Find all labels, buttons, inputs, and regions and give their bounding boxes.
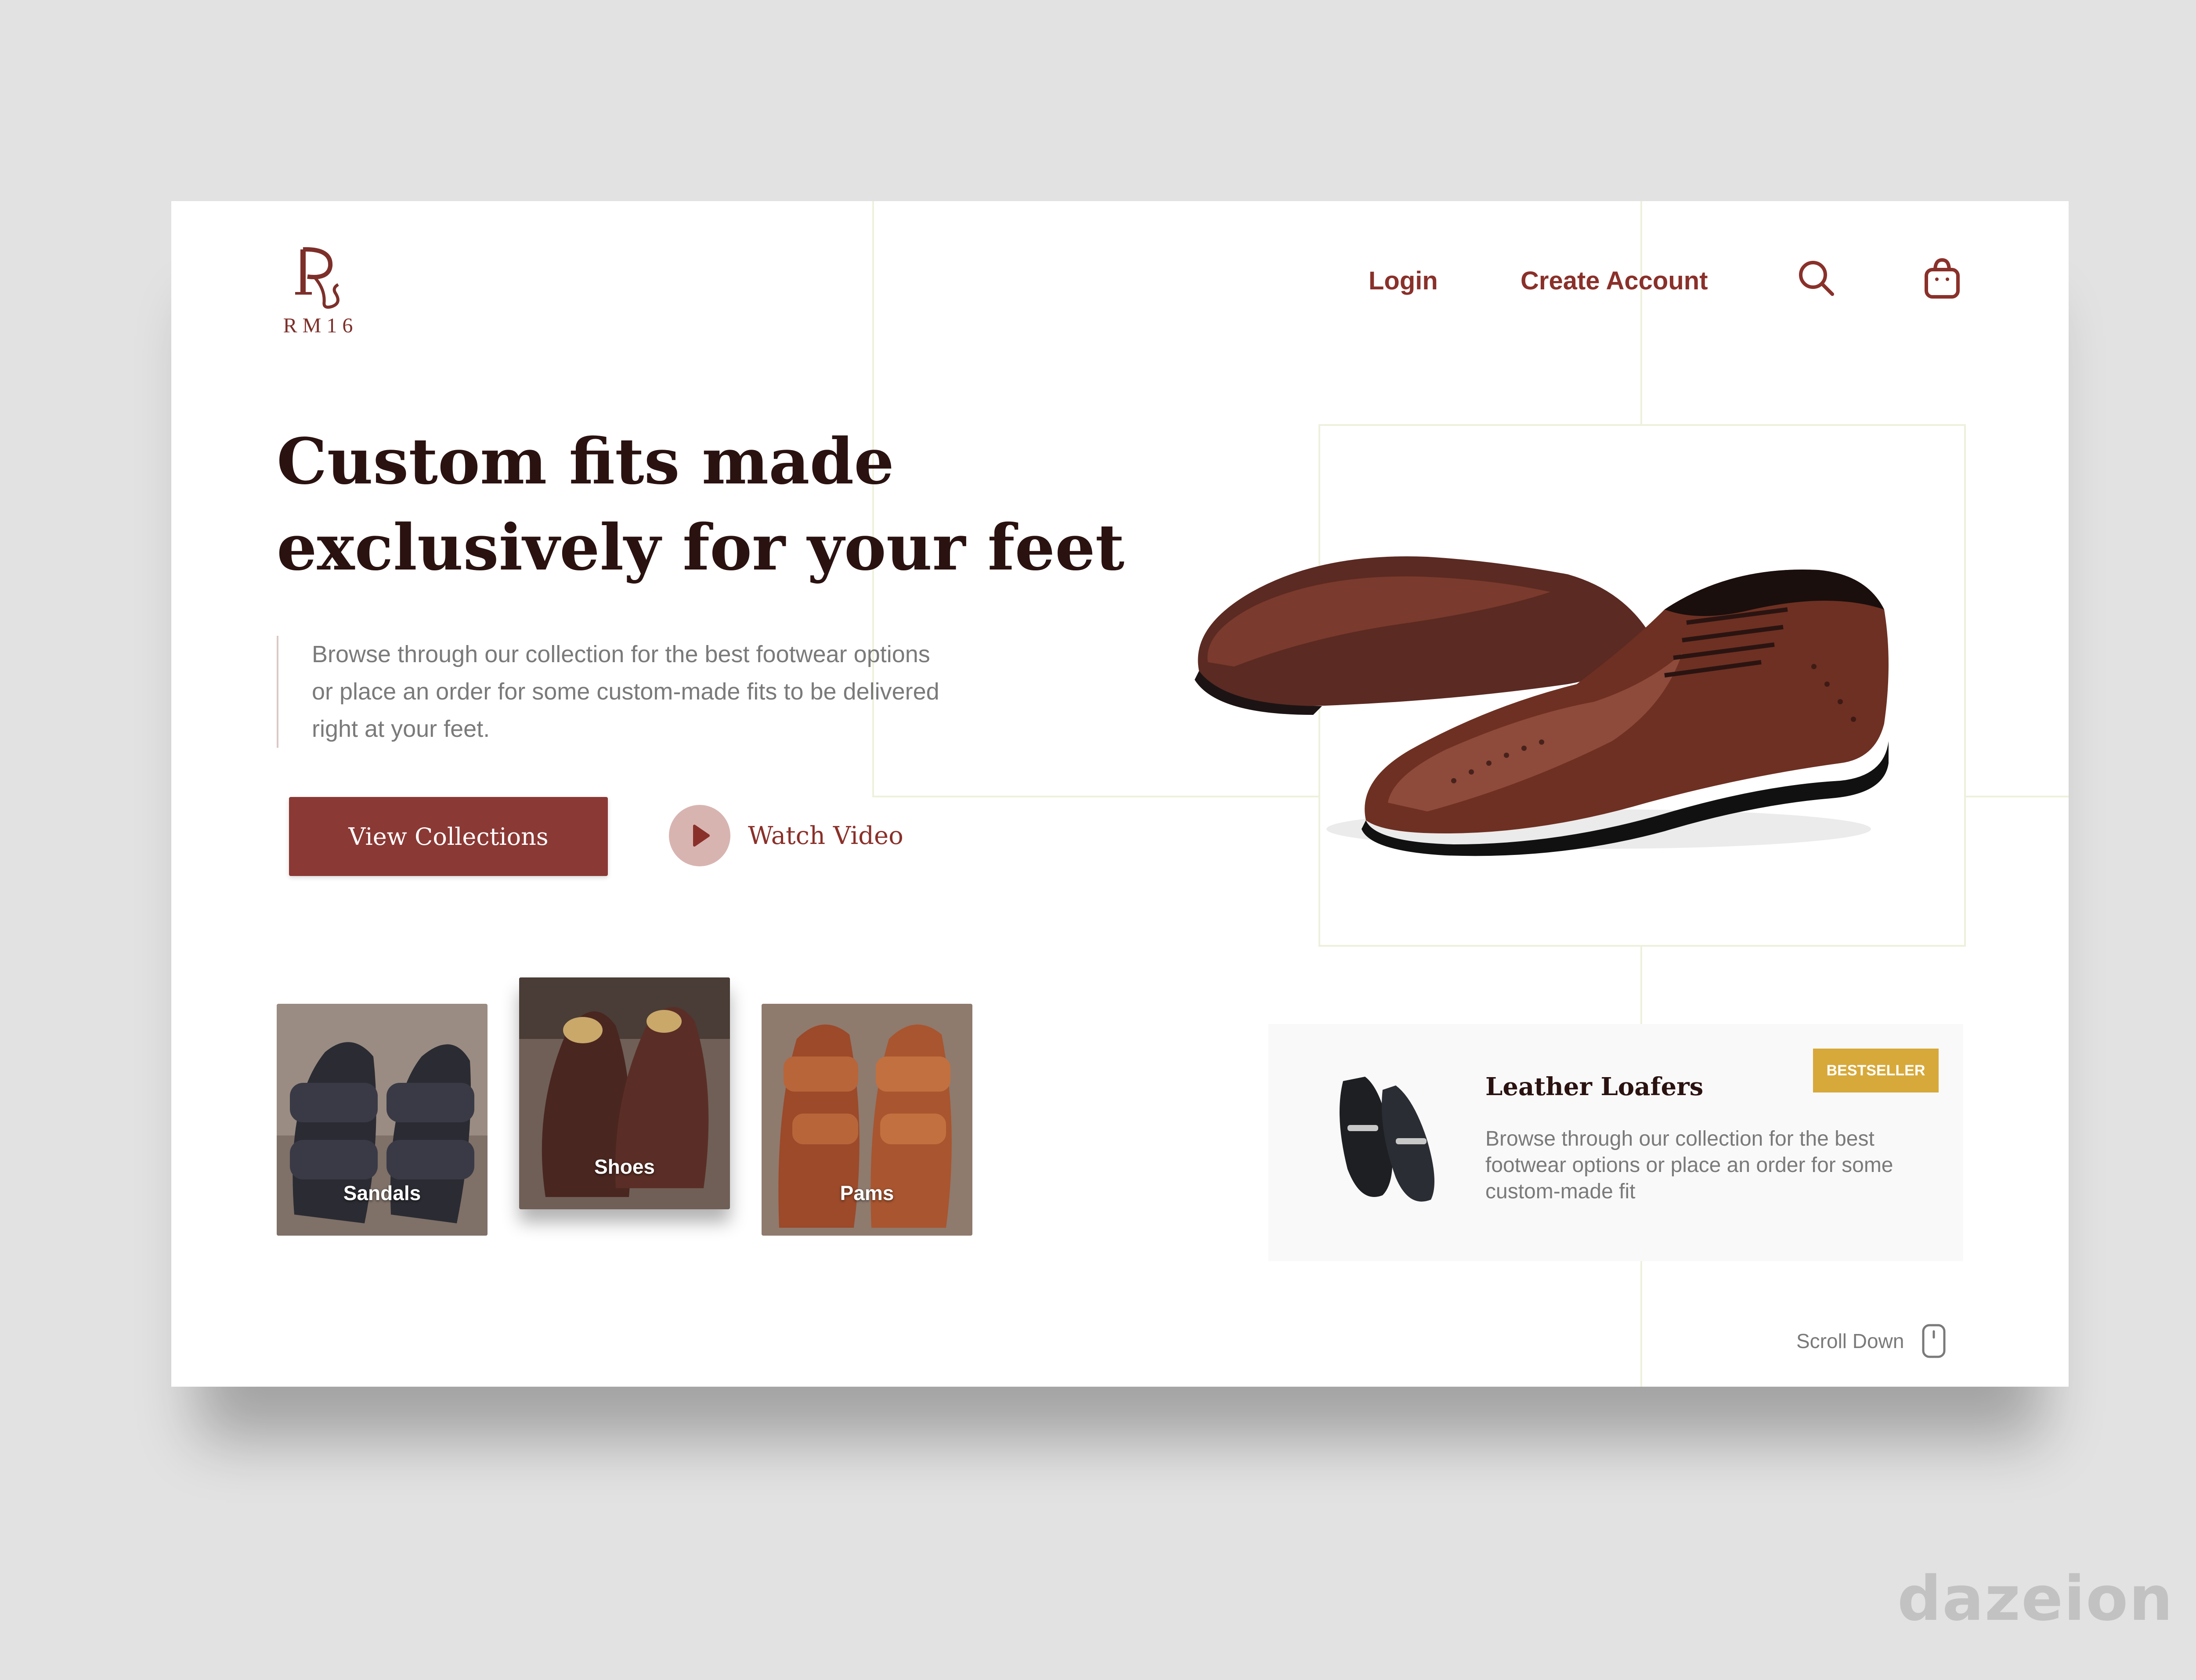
category-card-pams[interactable]: Pams — [762, 1004, 972, 1236]
scroll-down[interactable]: Scroll Down — [1796, 1323, 1946, 1359]
play-icon[interactable] — [669, 805, 730, 866]
category-label: Shoes — [594, 1155, 655, 1178]
scroll-down-label: Scroll Down — [1796, 1330, 1904, 1352]
product-description: Browse through our collection for the be… — [1485, 1127, 1893, 1203]
mouse-icon — [1922, 1324, 1946, 1358]
bestseller-badge: BESTSELLER — [1813, 1049, 1939, 1092]
category-label: Pams — [840, 1182, 894, 1204]
category-label: Sandals — [343, 1182, 421, 1204]
brand-logo[interactable]: RM16 — [277, 241, 365, 338]
category-card-shoes[interactable]: Shoes — [519, 977, 730, 1209]
black-leather-loafers-image — [1340, 1077, 1434, 1202]
login-link[interactable]: Login — [1369, 266, 1438, 296]
featured-product-card[interactable]: BESTSELLER Leather Loafers Browse throug… — [1268, 1024, 1963, 1261]
category-card-sandals[interactable]: Sandals — [277, 1004, 488, 1236]
watch-video-label: Watch Video — [748, 821, 903, 850]
rm16-logo-mark-icon — [295, 247, 340, 309]
brown-brogue-oxford-shoes-image — [1181, 478, 1906, 866]
watch-video-button[interactable]: Watch Video — [669, 805, 903, 866]
brand-name: RM16 — [283, 314, 358, 337]
search-icon[interactable] — [1796, 258, 1836, 300]
watermark-logo: dazeion — [1897, 1563, 2174, 1635]
hero-description: Browse through our collection for the be… — [277, 636, 944, 748]
view-collections-button[interactable]: View Collections — [289, 797, 608, 876]
landing-page-card: RM16 Login Create Account Custom fits ma… — [171, 201, 2069, 1387]
create-account-link[interactable]: Create Account — [1521, 266, 1708, 296]
product-name[interactable]: Leather Loafers — [1485, 1072, 1703, 1101]
shopping-bag-icon[interactable] — [1924, 257, 1961, 302]
hero-headline: Custom fits made exclusively for your fe… — [277, 424, 1125, 584]
